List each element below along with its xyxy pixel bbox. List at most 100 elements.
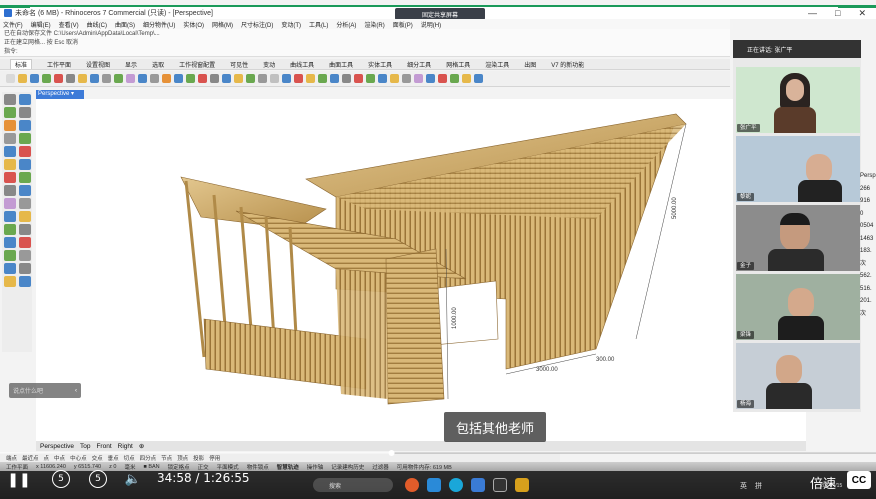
menu-transform[interactable]: 变动(T) <box>281 20 301 29</box>
viewport-tab-perspective[interactable]: Perspective <box>40 443 74 450</box>
close-button[interactable]: ✕ <box>858 7 866 19</box>
menu-panels[interactable]: 面板(P) <box>393 20 413 29</box>
tab-display[interactable]: 显示 <box>125 60 137 69</box>
toolbar-tool-icon[interactable] <box>234 74 243 83</box>
toolbar-tool-icon[interactable] <box>150 74 159 83</box>
skip-back-icon[interactable]: 5 <box>52 470 70 488</box>
tab-new-in-v7[interactable]: V7 的新功能 <box>551 60 584 69</box>
meeting-app-icon[interactable] <box>471 478 485 492</box>
maximize-button[interactable]: □ <box>835 7 840 19</box>
tab-set-view[interactable]: 设置视图 <box>86 60 110 69</box>
palette-tool-icon[interactable] <box>19 211 31 222</box>
toolbar-tool-icon[interactable] <box>342 74 351 83</box>
toolbar-tool-icon[interactable] <box>66 74 75 83</box>
palette-tool-icon[interactable] <box>4 276 16 287</box>
toolbar-tool-icon[interactable] <box>42 74 51 83</box>
menu-edit[interactable]: 编辑(E) <box>31 20 51 29</box>
palette-tool-icon[interactable] <box>4 237 16 248</box>
tab-mesh-tools[interactable]: 网格工具 <box>446 60 470 69</box>
toolbar-tool-icon[interactable] <box>78 74 87 83</box>
menu-curve[interactable]: 曲线(C) <box>87 20 107 29</box>
perspective-viewport[interactable]: 5000.00 3000.00 1000.00 300.00 <box>36 99 806 441</box>
tab-surface-tools[interactable]: 曲面工具 <box>329 60 353 69</box>
toolbar-tool-icon[interactable] <box>162 74 171 83</box>
add-viewport-tab[interactable]: ⊕ <box>139 442 144 450</box>
tab-drafting[interactable]: 出图 <box>524 60 536 69</box>
toolbar-tool-icon[interactable] <box>90 74 99 83</box>
chevron-left-icon[interactable]: ‹ <box>75 388 77 394</box>
toolbar-tool-icon[interactable] <box>210 74 219 83</box>
menu-solid[interactable]: 实体(O) <box>183 20 204 29</box>
browser-app-icon[interactable] <box>405 478 419 492</box>
toolbar-tool-icon[interactable] <box>366 74 375 83</box>
toolbar-tool-icon[interactable] <box>54 74 63 83</box>
pause-icon[interactable]: ❚❚ <box>7 470 30 490</box>
toolbar-tool-icon[interactable] <box>258 74 267 83</box>
minimize-button[interactable]: — <box>808 7 817 19</box>
playback-speed-button[interactable]: 倍速 <box>810 473 836 492</box>
video-tile-4[interactable]: 梁锋 <box>736 274 860 340</box>
menu-render[interactable]: 渲染(R) <box>364 20 384 29</box>
palette-tool-icon[interactable] <box>19 94 31 105</box>
menu-mesh[interactable]: 网格(M) <box>212 20 233 29</box>
toolbar-tool-icon[interactable] <box>294 74 303 83</box>
edge-app-icon[interactable] <box>449 478 463 492</box>
tab-visibility[interactable]: 可见性 <box>230 60 248 69</box>
rhino-taskbar-icon[interactable] <box>493 478 507 492</box>
toolbar-tool-icon[interactable] <box>174 74 183 83</box>
toolbar-tool-icon[interactable] <box>126 74 135 83</box>
ime-mode[interactable]: 拼 <box>755 481 762 491</box>
tab-transform[interactable]: 变动 <box>263 60 275 69</box>
toolbar-tool-icon[interactable] <box>30 74 39 83</box>
toolbar-tool-icon[interactable] <box>138 74 147 83</box>
toolbar-tool-icon[interactable] <box>18 74 27 83</box>
palette-tool-icon[interactable] <box>19 224 31 235</box>
palette-tool-icon[interactable] <box>4 159 16 170</box>
live-comment-input[interactable]: 说点什么吧 ‹ <box>9 383 81 398</box>
files-app-icon[interactable] <box>427 478 441 492</box>
palette-tool-icon[interactable] <box>19 198 31 209</box>
toolbar-tool-icon[interactable] <box>426 74 435 83</box>
tab-select[interactable]: 选取 <box>152 60 164 69</box>
palette-tool-icon[interactable] <box>4 146 16 157</box>
palette-tool-icon[interactable] <box>19 276 31 287</box>
ime-indicator[interactable]: 英 <box>740 481 747 491</box>
menu-help[interactable]: 说明(H) <box>421 20 441 29</box>
toolbar-tool-icon[interactable] <box>402 74 411 83</box>
toolbar-tool-icon[interactable] <box>114 74 123 83</box>
palette-tool-icon[interactable] <box>19 146 31 157</box>
menu-view[interactable]: 查看(V) <box>59 20 79 29</box>
toolbar-tool-icon[interactable] <box>390 74 399 83</box>
toolbar-tool-icon[interactable] <box>354 74 363 83</box>
toolbar-tool-icon[interactable] <box>246 74 255 83</box>
taskbar-search[interactable]: 搜索 <box>313 478 393 492</box>
toolbar-tool-icon[interactable] <box>318 74 327 83</box>
toolbar-tool-icon[interactable] <box>282 74 291 83</box>
toolbar-tool-icon[interactable] <box>462 74 471 83</box>
palette-tool-icon[interactable] <box>19 133 31 144</box>
palette-tool-icon[interactable] <box>4 107 16 118</box>
tab-viewport-layout[interactable]: 工作视窗配置 <box>179 60 215 69</box>
toolbar-tool-icon[interactable] <box>378 74 387 83</box>
video-progress-bar[interactable] <box>0 450 876 456</box>
toolbar-tool-icon[interactable] <box>186 74 195 83</box>
toolbar-tool-icon[interactable] <box>414 74 423 83</box>
menu-subd[interactable]: 细分物件(U) <box>143 20 175 29</box>
toolbar-tool-icon[interactable] <box>270 74 279 83</box>
toolbar-tool-icon[interactable] <box>330 74 339 83</box>
palette-tool-icon[interactable] <box>4 263 16 274</box>
palette-tool-icon[interactable] <box>19 120 31 131</box>
palette-tool-icon[interactable] <box>19 250 31 261</box>
toolbar-tool-icon[interactable] <box>450 74 459 83</box>
video-tile-speaker[interactable]: 张广平 <box>736 67 860 133</box>
toolbar-tool-icon[interactable] <box>102 74 111 83</box>
palette-tool-icon[interactable] <box>4 133 16 144</box>
palette-tool-icon[interactable] <box>19 237 31 248</box>
palette-tool-icon[interactable] <box>19 185 31 196</box>
toolbar-tool-icon[interactable] <box>222 74 231 83</box>
palette-tool-icon[interactable] <box>4 224 16 235</box>
palette-tool-icon[interactable] <box>4 211 16 222</box>
toolbar-tool-icon[interactable] <box>6 74 15 83</box>
menu-tools[interactable]: 工具(L) <box>309 20 328 29</box>
palette-tool-icon[interactable] <box>4 198 16 209</box>
